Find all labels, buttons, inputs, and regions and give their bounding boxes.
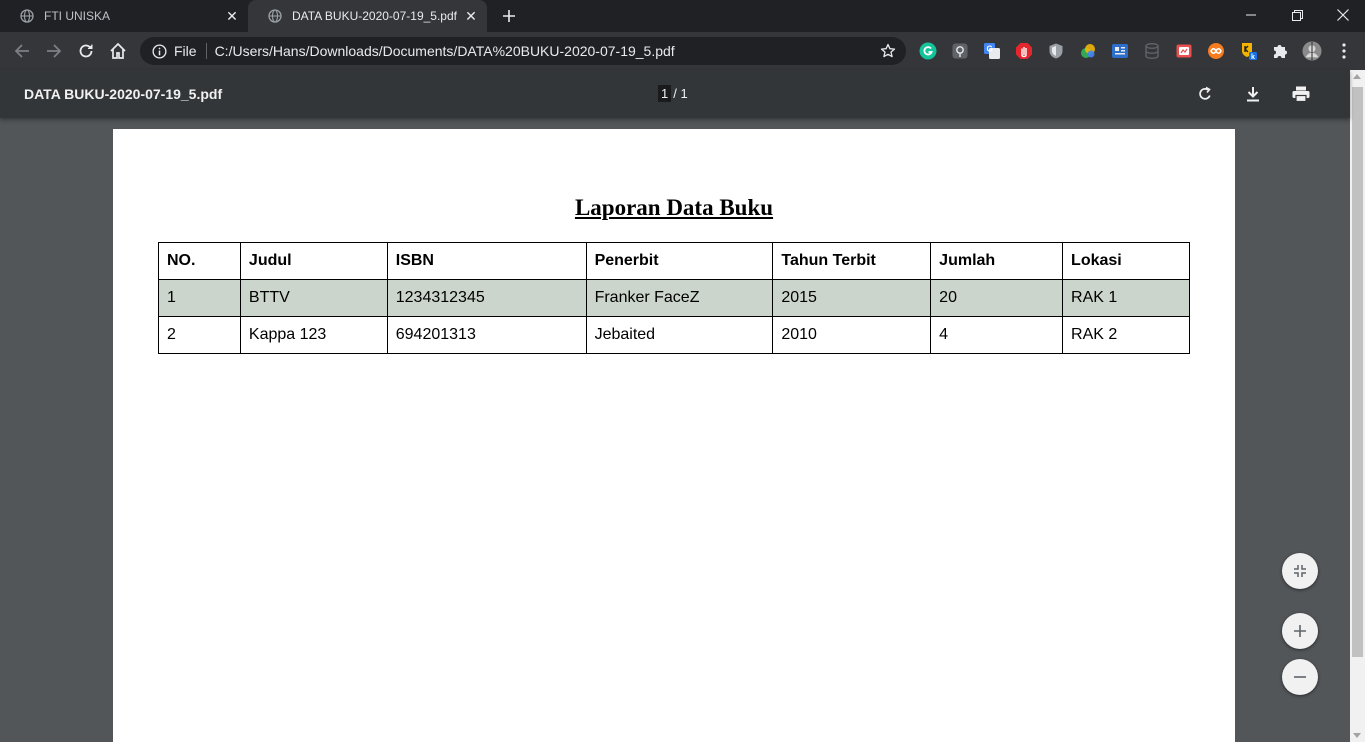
- keeper-icon[interactable]: k: [1238, 41, 1258, 61]
- divider: [205, 43, 207, 59]
- tab-title: FTI UNISKA: [44, 9, 111, 23]
- table-cell: BTTV: [239, 279, 388, 317]
- color-picker-icon[interactable]: [1078, 41, 1098, 61]
- download-icon: [1247, 87, 1259, 102]
- close-icon[interactable]: ✕: [461, 6, 481, 26]
- arrow-left-icon: [14, 44, 29, 58]
- arrow-right-icon: [47, 44, 62, 58]
- document-title-text: Laporan Data Buku: [574, 195, 774, 220]
- scroll-down-arrow-icon[interactable]: [1353, 733, 1361, 738]
- adblock-icon[interactable]: [1014, 41, 1034, 61]
- page-total: / 1: [673, 86, 688, 101]
- svg-text:k: k: [1251, 54, 1255, 61]
- page-number-input[interactable]: 1: [658, 85, 672, 102]
- data-table: NO. Judul ISBN Penerbit Tahun Terbit Jum…: [158, 242, 1190, 354]
- tab-fti-uniska[interactable]: FTI UNISKA ✕: [0, 0, 248, 32]
- plus-icon: [503, 10, 515, 22]
- table-row: 1 BTTV 1234312345 Franker FaceZ 2015 20 …: [158, 279, 1190, 317]
- pdf-filename: DATA BUKU-2020-07-19_5.pdf: [24, 86, 223, 102]
- column-header: Jumlah: [930, 242, 1064, 280]
- globe-icon: [268, 9, 282, 23]
- scroll-up-arrow-icon[interactable]: [1353, 74, 1361, 79]
- reload-icon: [79, 44, 93, 58]
- vertical-scrollbar[interactable]: [1350, 70, 1365, 742]
- reload-button[interactable]: [72, 37, 100, 65]
- rotate-icon: [1199, 86, 1211, 100]
- table-cell: 2015: [772, 279, 932, 317]
- avatar[interactable]: [1302, 41, 1322, 61]
- table-header-row: NO. Judul ISBN Penerbit Tahun Terbit Jum…: [158, 242, 1190, 280]
- tab-strip: FTI UNISKA ✕ DATA BUKU-2020-07-19_5.pdf …: [0, 0, 1365, 32]
- minus-icon: [1294, 676, 1306, 678]
- address-bar[interactable]: File C:/Users/Hans/Downloads/Documents/D…: [140, 37, 906, 65]
- download-button[interactable]: [1241, 82, 1265, 106]
- bookmark-star-icon[interactable]: [874, 37, 902, 65]
- extension-icon[interactable]: [1174, 41, 1194, 61]
- table-cell: Jebaited: [585, 316, 774, 354]
- document-title: Laporan Data Buku: [113, 195, 1235, 221]
- zoom-in-button[interactable]: [1282, 613, 1318, 649]
- column-header: Judul: [239, 242, 388, 280]
- puzzle-icon[interactable]: [1270, 41, 1290, 61]
- back-button[interactable]: [8, 37, 36, 65]
- new-tab-button[interactable]: [498, 5, 520, 27]
- column-header: Penerbit: [585, 242, 774, 280]
- globe-icon: [20, 9, 34, 23]
- restore-icon: [1291, 9, 1303, 21]
- tab-data-buku-pdf[interactable]: DATA BUKU-2020-07-19_5.pdf ✕: [248, 0, 487, 32]
- tab-title: DATA BUKU-2020-07-19_5.pdf: [292, 9, 457, 23]
- scrollbar-thumb[interactable]: [1352, 87, 1363, 657]
- plus-icon: [1294, 625, 1306, 637]
- column-header: ISBN: [386, 242, 587, 280]
- home-button[interactable]: [104, 37, 132, 65]
- table-cell: 4: [930, 316, 1064, 354]
- database-icon[interactable]: [1142, 41, 1162, 61]
- table-cell: 20: [930, 279, 1064, 317]
- shield-icon[interactable]: [1046, 41, 1066, 61]
- translate-icon[interactable]: G: [982, 41, 1002, 61]
- fit-page-icon: [1294, 565, 1306, 577]
- pdf-page: Laporan Data Buku NO. Judul ISBN Penerbi…: [113, 129, 1235, 742]
- restore-button[interactable]: [1274, 0, 1320, 30]
- table-cell: Kappa 123: [239, 316, 388, 354]
- extension-icon[interactable]: [1110, 41, 1130, 61]
- table-row: 2 Kappa 123 694201313 Jebaited 2010 4 RA…: [158, 316, 1190, 354]
- minimize-icon: [1246, 14, 1256, 16]
- table-cell: Franker FaceZ: [585, 279, 774, 317]
- forward-button[interactable]: [40, 37, 68, 65]
- pdf-toolbar: DATA BUKU-2020-07-19_5.pdf 1 / 1: [0, 70, 1350, 118]
- column-header: NO.: [158, 242, 241, 280]
- home-icon: [110, 42, 126, 59]
- grammarly-icon[interactable]: [918, 41, 938, 61]
- table-cell: 1234312345: [386, 279, 587, 317]
- minimize-button[interactable]: [1228, 0, 1274, 30]
- page-indicator: 1 / 1: [658, 85, 688, 102]
- rotate-button[interactable]: [1193, 82, 1217, 106]
- print-icon: [1292, 86, 1310, 102]
- extension-icon[interactable]: [950, 41, 970, 61]
- close-window-button[interactable]: [1320, 0, 1365, 30]
- table-cell: 2: [158, 316, 241, 354]
- browser-toolbar: File C:/Users/Hans/Downloads/Documents/D…: [0, 32, 1365, 70]
- column-header: Tahun Terbit: [772, 242, 932, 280]
- column-header: Lokasi: [1062, 242, 1190, 280]
- print-button[interactable]: [1289, 82, 1313, 106]
- pdf-viewer-area[interactable]: Laporan Data Buku NO. Judul ISBN Penerbi…: [0, 118, 1350, 742]
- svg-text:G: G: [987, 45, 993, 54]
- scheme-label: File: [174, 43, 197, 59]
- close-icon[interactable]: ✕: [222, 6, 242, 26]
- close-icon: [1337, 9, 1349, 21]
- table-cell: 1: [158, 279, 241, 317]
- info-icon[interactable]: [151, 43, 167, 59]
- extension-icon[interactable]: [1206, 41, 1226, 61]
- url-text[interactable]: C:/Users/Hans/Downloads/Documents/DATA%2…: [215, 43, 874, 59]
- table-cell: 2010: [772, 316, 932, 354]
- table-cell: RAK 2: [1062, 316, 1190, 354]
- zoom-out-button[interactable]: [1282, 659, 1318, 695]
- fit-to-page-button[interactable]: [1282, 553, 1318, 589]
- table-cell: 694201313: [386, 316, 587, 354]
- menu-kebab-icon[interactable]: [1334, 41, 1354, 61]
- table-cell: RAK 1: [1062, 279, 1190, 317]
